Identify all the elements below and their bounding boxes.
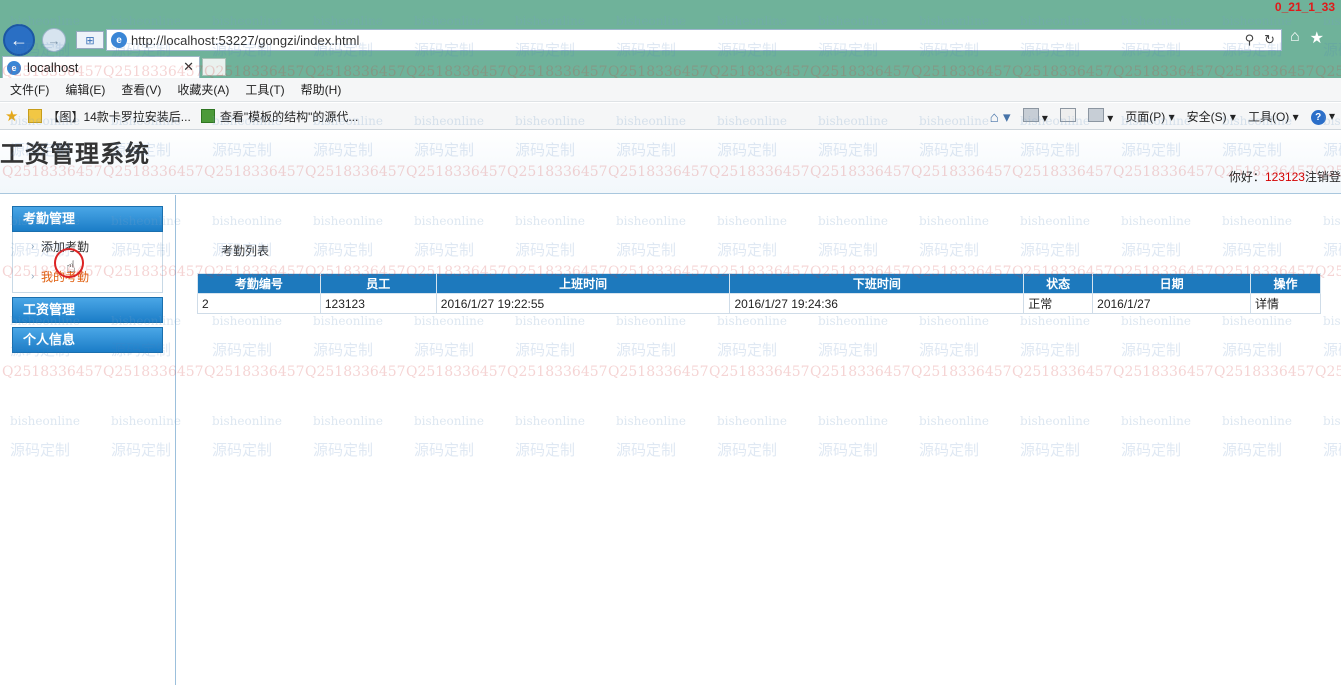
sidebar-group-salary: 工资管理	[12, 297, 163, 323]
attendance-table: 考勤编号 员工 上班时间 下班时间 状态 日期 操作 2 123123 2016…	[197, 273, 1321, 314]
greeting-label: 你好：	[1228, 170, 1265, 184]
column-header: 日期	[1092, 273, 1252, 294]
chevron-right-icon: ›	[31, 271, 35, 282]
feeds-icon[interactable]: ▾	[1022, 108, 1048, 125]
menu-bar: 文件(F) 编辑(E) 查看(V) 收藏夹(A) 工具(T) 帮助(H)	[0, 78, 1341, 102]
safety-menu[interactable]: 安全(S) ▾	[1187, 108, 1236, 125]
favorite-link[interactable]: 【图】14款卡罗拉安装后...	[28, 108, 191, 125]
favorites-star-icon[interactable]: ★	[1310, 28, 1324, 48]
browser-chrome: 0_21_1_33 ← → ⊞ e http://localhost:53227…	[0, 0, 1341, 80]
favorite-page-icon	[200, 109, 215, 123]
cell-id: 2	[197, 293, 321, 314]
recording-timer: 0_21_1_33	[1274, 0, 1335, 14]
page-title: 工资管理系统	[0, 140, 150, 168]
menu-tools[interactable]: 工具(T)	[245, 81, 284, 98]
details-link[interactable]: 详情	[1250, 293, 1321, 314]
column-header: 员工	[319, 273, 437, 294]
sidebar-group-profile: 个人信息	[12, 327, 163, 353]
list-title: 考勤列表	[221, 244, 270, 258]
sidebar: 考勤管理 › 添加考勤 › 我的考勤 工资管理 个人信息 ☝	[0, 195, 176, 685]
favorites-bar: ★ 【图】14款卡罗拉安装后... 查看"模板的结构"的源代... ⌂ ▾ ▾ …	[0, 103, 1341, 130]
sidebar-group-attendance: 考勤管理 › 添加考勤 › 我的考勤	[12, 206, 163, 293]
help-icon[interactable]: ? ▾	[1310, 109, 1335, 125]
page-header: 工资管理系统 你好：123123注销登	[0, 130, 1341, 194]
web-page: 工资管理系统 你好：123123注销登 考勤管理 › 添加考勤 › 我的考勤 工…	[0, 130, 1341, 685]
browser-tab[interactable]: e localhost ✕	[2, 56, 200, 78]
address-bar[interactable]: e http://localhost:53227/gongzi/index.ht…	[106, 29, 1282, 51]
ie-page-icon: e	[111, 32, 127, 48]
home-icon[interactable]: ⌂ ▾	[990, 108, 1011, 126]
url-text[interactable]: http://localhost:53227/gongzi/index.html	[131, 33, 359, 48]
table-header-row: 考勤编号 员工 上班时间 下班时间 状态 日期 操作	[197, 273, 1321, 294]
column-header: 上班时间	[435, 273, 731, 294]
favorite-link-label: 查看"模板的结构"的源代...	[219, 109, 359, 124]
menu-edit[interactable]: 编辑(E)	[65, 81, 105, 98]
main-content: 考勤列表 考勤编号 员工 上班时间 下班时间 状态 日期 操作 2 123123…	[177, 195, 1341, 685]
favorite-page-icon	[28, 109, 43, 123]
cell-date: 2016/1/27	[1092, 293, 1252, 314]
command-bar: ⌂ ▾ ▾ ▾ 页面(P) ▾ 安全(S) ▾ 工具(O) ▾ ? ▾	[990, 103, 1335, 130]
toolbar-right: ⌂ ★	[1290, 28, 1324, 48]
cell-clock-out: 2016/1/27 19:24:36	[729, 293, 1025, 314]
sidebar-item-add-attendance[interactable]: › 添加考勤	[13, 232, 162, 262]
sidebar-group-header[interactable]: 考勤管理	[12, 206, 163, 232]
user-greeting: 你好：123123注销登	[1229, 168, 1341, 185]
sidebar-group-items: › 添加考勤 › 我的考勤	[12, 232, 163, 293]
search-icon[interactable]: ⚲	[1245, 32, 1255, 48]
refresh-icon[interactable]: ↻	[1264, 32, 1275, 48]
back-button[interactable]: ←	[3, 24, 35, 56]
menu-favorites[interactable]: 收藏夹(A)	[177, 81, 229, 98]
forward-arrow-icon: →	[47, 32, 61, 48]
address-actions: ⚲ ↻	[1245, 32, 1275, 48]
tab-title: localhost	[27, 60, 79, 75]
tools-menu[interactable]: 工具(O) ▾	[1248, 108, 1299, 125]
column-header: 考勤编号	[197, 273, 321, 294]
mail-icon[interactable]	[1059, 108, 1076, 125]
sidebar-item-my-attendance[interactable]: › 我的考勤	[13, 262, 162, 292]
cell-clock-in: 2016/1/27 19:22:55	[435, 293, 731, 314]
column-header: 下班时间	[729, 273, 1025, 294]
column-header: 操作	[1250, 273, 1321, 294]
menu-help[interactable]: 帮助(H)	[301, 81, 342, 98]
menu-file[interactable]: 文件(F)	[10, 81, 49, 98]
username: 123123	[1264, 170, 1305, 184]
close-tab-icon[interactable]: ✕	[183, 59, 194, 75]
back-arrow-icon: ←	[10, 29, 28, 50]
sidebar-group-header[interactable]: 工资管理	[12, 297, 163, 323]
favorites-star-icon[interactable]: ★	[5, 107, 18, 125]
compat-icon: ⊞	[85, 34, 95, 47]
forward-button[interactable]: →	[42, 28, 66, 52]
favorite-link-label: 【图】14款卡罗拉安装后...	[47, 109, 191, 124]
print-icon[interactable]: ▾	[1087, 108, 1113, 125]
new-tab-button[interactable]	[202, 58, 226, 76]
chevron-right-icon: ›	[31, 241, 35, 252]
address-row: ← → ⊞ e http://localhost:53227/gongzi/in…	[0, 24, 1341, 56]
table-row: 2 123123 2016/1/27 19:22:55 2016/1/27 19…	[197, 293, 1321, 314]
tab-favicon-icon: e	[7, 60, 21, 75]
compatibility-button[interactable]: ⊞	[76, 31, 104, 49]
favorite-link[interactable]: 查看"模板的结构"的源代...	[200, 108, 359, 125]
home-icon[interactable]: ⌂	[1290, 28, 1300, 48]
cell-status: 正常	[1023, 293, 1094, 314]
cell-employee: 123123	[319, 293, 437, 314]
hand-cursor-icon: ☝	[66, 259, 76, 276]
page-menu[interactable]: 页面(P) ▾	[1125, 108, 1174, 125]
logout-link[interactable]: 注销登	[1305, 170, 1341, 184]
column-header: 状态	[1023, 273, 1094, 294]
menu-view[interactable]: 查看(V)	[121, 81, 161, 98]
sidebar-group-header[interactable]: 个人信息	[12, 327, 163, 353]
tab-row: e localhost ✕	[0, 56, 1341, 78]
